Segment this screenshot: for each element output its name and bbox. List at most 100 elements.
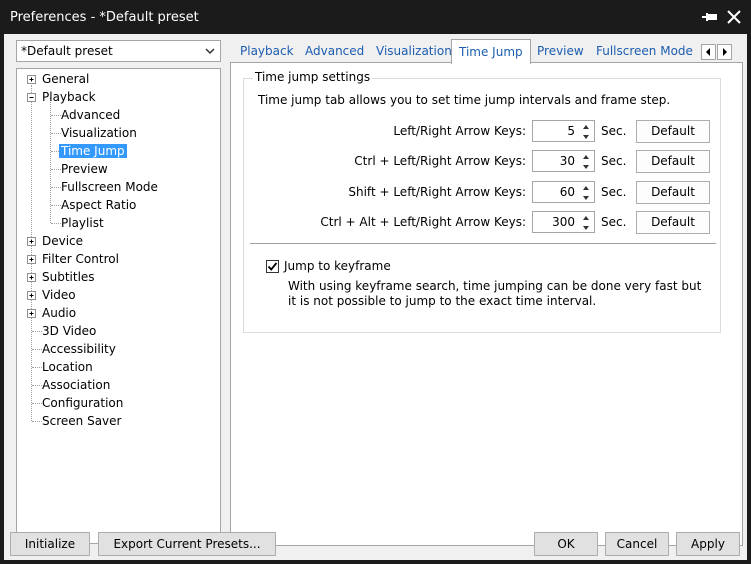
tree-label: Aspect Ratio [61, 198, 137, 212]
row-label: Ctrl + Alt + Left/Right Arrow Keys: [320, 215, 526, 229]
unit-label: Sec. [601, 154, 627, 168]
separator [250, 243, 716, 244]
spin-down-icon[interactable] [578, 131, 594, 141]
jump-to-keyframe-label[interactable]: Jump to keyframe [284, 259, 391, 273]
tree-label: Audio [42, 306, 77, 320]
left-right-seconds-spinner[interactable]: 5 [532, 120, 595, 142]
cancel-button[interactable]: Cancel [605, 532, 669, 556]
collapse-minus-icon[interactable] [27, 93, 36, 102]
tree-item-association[interactable]: Association [40, 376, 112, 394]
tree-item-audio[interactable]: Audio [27, 304, 78, 322]
spin-up-icon[interactable] [578, 121, 594, 131]
export-presets-button[interactable]: Export Current Presets... [98, 532, 276, 556]
unit-label: Sec. [601, 124, 627, 138]
default-button[interactable]: Default [636, 150, 710, 173]
initialize-button[interactable]: Initialize [10, 532, 90, 556]
preset-dropdown[interactable]: *Default preset [16, 40, 221, 62]
tree-item-video[interactable]: Video [27, 286, 78, 304]
spinner-value: 300 [552, 215, 575, 229]
tab-fullscreen-mode[interactable]: Fullscreen Mode [596, 42, 693, 62]
tree-label: Accessibility [42, 342, 116, 356]
tree-label: Playback [42, 90, 96, 104]
tree-item-advanced[interactable]: Advanced [59, 106, 122, 124]
tree-item-visualization[interactable]: Visualization [59, 124, 139, 142]
tree-label: Subtitles [42, 270, 95, 284]
settings-tree: General Playback Advanced Visualization … [16, 68, 221, 544]
apply-button[interactable]: Apply [676, 532, 740, 556]
tree-label: Time Jump [59, 144, 127, 158]
spin-down-icon[interactable] [578, 161, 594, 171]
tree-item-device[interactable]: Device [27, 232, 85, 250]
tree-item-time-jump[interactable]: Time Jump [59, 142, 127, 160]
tree-label: Advanced [61, 108, 121, 122]
tree-item-aspect-ratio[interactable]: Aspect Ratio [59, 196, 138, 214]
tree-label: Association [42, 378, 111, 392]
jump-to-keyframe-checkbox[interactable] [266, 260, 279, 273]
spinner-value: 60 [559, 185, 575, 199]
expand-plus-icon[interactable] [27, 291, 36, 300]
spinner-value: 5 [567, 124, 575, 138]
preset-dropdown-value: *Default preset [21, 44, 113, 58]
tree-item-screen-saver[interactable]: Screen Saver [40, 412, 123, 430]
default-button[interactable]: Default [636, 120, 710, 143]
group-title: Time jump settings [253, 70, 373, 84]
dialog-client-area: *Default preset General Playback Advance… [4, 34, 747, 560]
spin-down-icon[interactable] [578, 192, 594, 202]
tab-playback[interactable]: Playback [240, 42, 294, 62]
row-label: Ctrl + Left/Right Arrow Keys: [354, 154, 526, 168]
tree-item-playback[interactable]: Playback [27, 88, 98, 106]
spinner-value: 30 [559, 154, 575, 168]
tree-item-location[interactable]: Location [40, 358, 95, 376]
tab-advanced[interactable]: Advanced [305, 42, 364, 62]
tree-label: Preview [61, 162, 108, 176]
tree-item-preview[interactable]: Preview [59, 160, 110, 178]
tab-scroll-right-icon[interactable] [717, 44, 732, 60]
ok-button[interactable]: OK [534, 532, 598, 556]
tree-label: Configuration [42, 396, 124, 410]
tree-item-configuration[interactable]: Configuration [40, 394, 125, 412]
time-jump-settings-group: Time jump settings Time jump tab allows … [243, 70, 721, 333]
close-icon[interactable] [724, 7, 744, 27]
group-description: Time jump tab allows you to set time jum… [258, 93, 671, 107]
spin-down-icon[interactable] [578, 222, 594, 232]
keyframe-description: With using keyframe search, time jumping… [288, 279, 702, 308]
unit-label: Sec. [601, 185, 627, 199]
row-label: Left/Right Arrow Keys: [393, 124, 526, 138]
expand-plus-icon[interactable] [27, 75, 36, 84]
expand-plus-icon[interactable] [27, 255, 36, 264]
tab-visualization[interactable]: Visualization [376, 42, 452, 62]
tree-item-subtitles[interactable]: Subtitles [27, 268, 97, 286]
tree-label: Fullscreen Mode [61, 180, 158, 194]
tree-item-accessibility[interactable]: Accessibility [40, 340, 118, 358]
tree-item-filter-control[interactable]: Filter Control [27, 250, 121, 268]
expand-plus-icon[interactable] [27, 273, 36, 282]
preferences-window: Preferences - *Default preset *Default p… [0, 0, 751, 564]
expand-plus-icon[interactable] [27, 309, 36, 318]
spin-up-icon[interactable] [578, 151, 594, 161]
tree-item-general[interactable]: General [27, 70, 91, 88]
tree-item-playlist[interactable]: Playlist [59, 214, 106, 232]
tab-scroll-left-icon[interactable] [701, 44, 716, 60]
ctrl-alt-seconds-spinner[interactable]: 300 [532, 211, 595, 233]
tree-label: Screen Saver [42, 414, 122, 428]
tab-time-jump[interactable]: Time Jump [451, 39, 531, 64]
tab-preview[interactable]: Preview [537, 42, 584, 62]
tree-item-3d-video[interactable]: 3D Video [40, 322, 98, 340]
unit-label: Sec. [601, 215, 627, 229]
spin-up-icon[interactable] [578, 212, 594, 222]
tree-label: 3D Video [42, 324, 97, 338]
row-label: Shift + Left/Right Arrow Keys: [348, 185, 526, 199]
tree-label: General [42, 72, 90, 86]
shift-seconds-spinner[interactable]: 60 [532, 181, 595, 203]
checkmark-icon [267, 262, 278, 271]
default-button[interactable]: Default [636, 211, 710, 234]
window-title: Preferences - *Default preset [10, 10, 199, 25]
ctrl-seconds-spinner[interactable]: 30 [532, 150, 595, 172]
tree-item-fullscreen-mode[interactable]: Fullscreen Mode [59, 178, 160, 196]
pin-icon[interactable] [700, 7, 720, 27]
tree-label: Filter Control [42, 252, 119, 266]
spin-up-icon[interactable] [578, 182, 594, 192]
tree-label: Visualization [61, 126, 137, 140]
expand-plus-icon[interactable] [27, 237, 36, 246]
default-button[interactable]: Default [636, 181, 710, 204]
